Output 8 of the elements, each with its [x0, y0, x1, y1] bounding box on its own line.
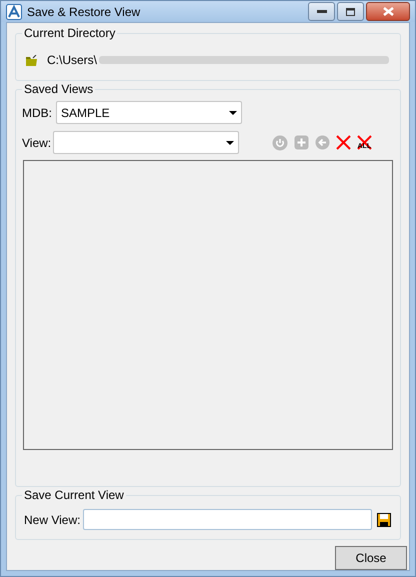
dropdown[interactable]: SAMPLE [56, 101, 242, 124]
view-label: View: [22, 134, 52, 152]
group-title: Current Directory [22, 25, 118, 41]
directory-path: C:\Users\ [47, 52, 98, 69]
mdb-label: MDB: [22, 104, 52, 122]
new-view-label: New View: [24, 512, 80, 528]
window-title: Save & Restore View [27, 4, 140, 20]
dialog-close-button[interactable]: Close [335, 546, 407, 570]
